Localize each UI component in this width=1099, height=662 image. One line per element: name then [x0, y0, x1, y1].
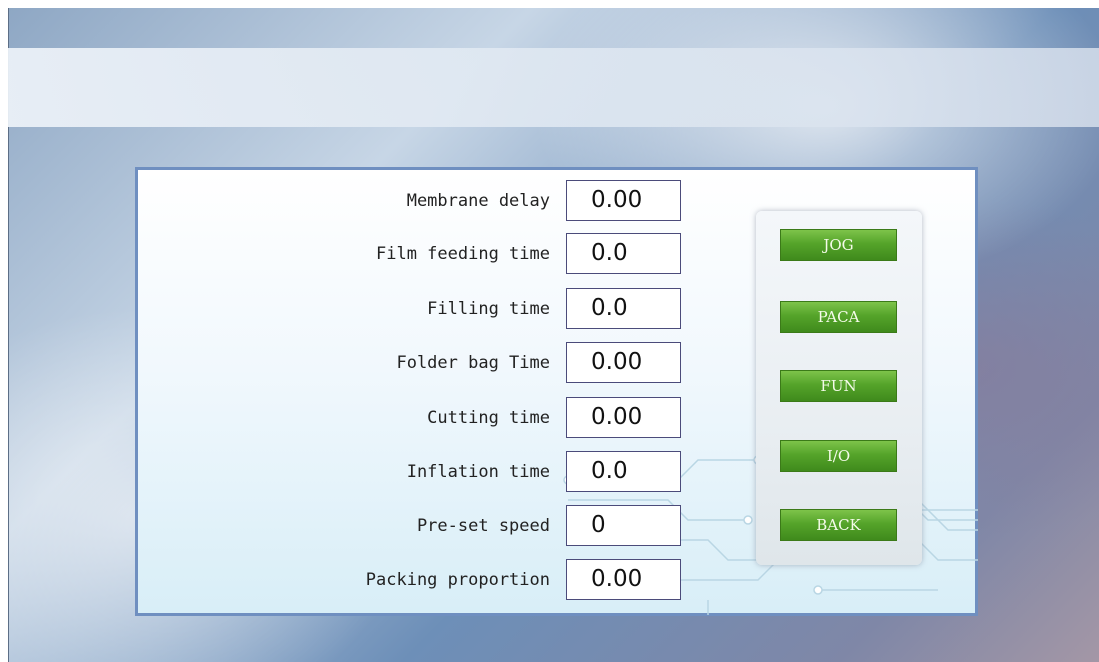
label-film-feeding-time: Film feeding time	[376, 244, 550, 264]
navigation-button-group: JOG PACA FUN I/O BACK	[756, 211, 922, 565]
label-folder-bag-time: Folder bag Time	[396, 353, 550, 373]
input-film-feeding-time[interactable]: 0.0	[566, 233, 681, 274]
input-filling-time[interactable]: 0.0	[566, 288, 681, 329]
input-pre-set-speed[interactable]: 0	[566, 505, 681, 546]
back-button[interactable]: BACK	[780, 509, 897, 541]
fun-button[interactable]: FUN	[780, 370, 897, 402]
label-cutting-time: Cutting time	[427, 408, 550, 428]
paca-button[interactable]: PACA	[780, 301, 897, 333]
input-folder-bag-time[interactable]: 0.00	[566, 342, 681, 383]
label-packing-proportion: Packing proportion	[365, 570, 550, 590]
input-membrane-delay[interactable]: 0.00	[566, 180, 681, 221]
label-inflation-time: Inflation time	[406, 462, 550, 482]
parameter-panel: Membrane delay 0.00 Film feeding time 0.…	[135, 167, 978, 616]
input-inflation-time[interactable]: 0.0	[566, 451, 681, 492]
input-cutting-time[interactable]: 0.00	[566, 397, 681, 438]
label-filling-time: Filling time	[427, 299, 550, 319]
label-membrane-delay: Membrane delay	[406, 191, 550, 211]
io-button[interactable]: I/O	[780, 440, 897, 472]
title-bar	[8, 48, 1099, 127]
jog-button[interactable]: JOG	[780, 229, 897, 261]
label-pre-set-speed: Pre-set speed	[416, 516, 550, 536]
input-packing-proportion[interactable]: 0.00	[566, 559, 681, 600]
